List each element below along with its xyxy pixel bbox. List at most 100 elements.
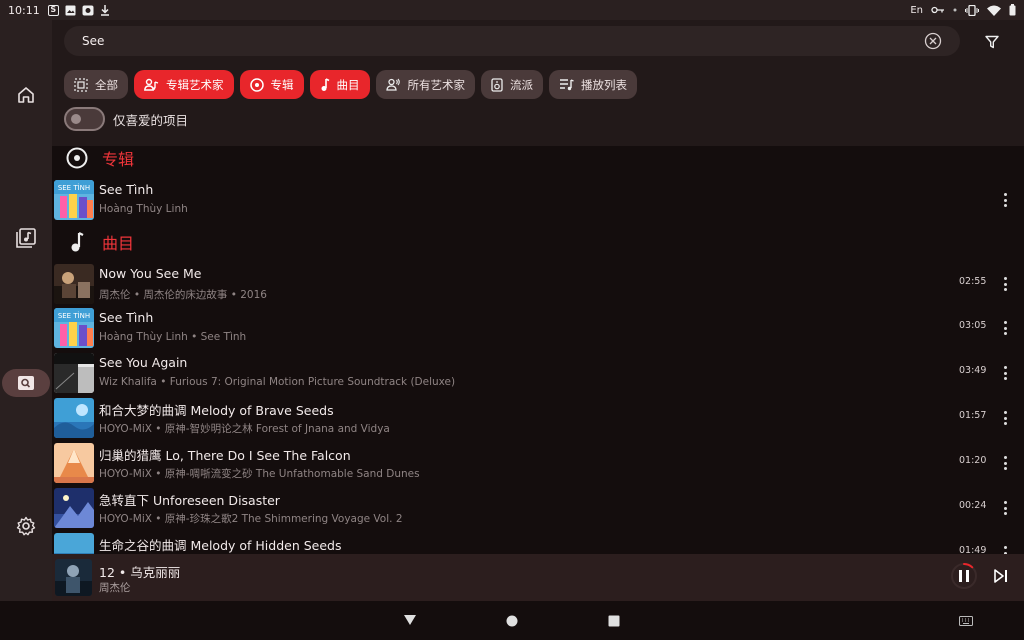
skip-next-icon[interactable] xyxy=(993,569,1009,583)
track-duration: 02:55 xyxy=(959,276,987,287)
now-playing-title: 12 • 乌克丽丽 xyxy=(99,565,181,580)
more-options-icon[interactable] xyxy=(998,453,1012,473)
chip-all-artists[interactable]: 所有艺术家 xyxy=(375,70,475,99)
chip-album[interactable]: 专辑 xyxy=(239,70,304,99)
vibrate-icon xyxy=(965,4,979,16)
now-playing-bar[interactable]: 12 • 乌克丽丽 周杰伦 xyxy=(52,554,1024,601)
track-title: 归巢的猎鹰 Lo, There Do I See The Falcon xyxy=(99,448,351,463)
favorites-only-toggle[interactable] xyxy=(64,107,105,131)
track-cover: SEE TÌNH xyxy=(54,308,94,348)
track-title: 生命之谷的曲调 Melody of Hidden Seeds xyxy=(99,538,342,553)
keyboard-icon[interactable] xyxy=(959,616,973,626)
album-icon xyxy=(249,77,264,92)
more-options-icon[interactable] xyxy=(998,498,1012,518)
track-row[interactable]: Now You See Me 周杰伦 • 周杰伦的床边故事 • 2016 02:… xyxy=(52,262,1024,306)
track-title: See Tình xyxy=(99,310,154,325)
genre-icon xyxy=(491,77,503,92)
chip-tracks[interactable]: 曲目 xyxy=(309,70,370,99)
album-artist: Hoàng Thùy Linh xyxy=(99,203,188,215)
pause-icon xyxy=(959,570,969,582)
system-navigation-bar xyxy=(0,601,1024,640)
all-icon xyxy=(74,77,88,92)
track-subtitle: HOYO-MiX • 原神-智妙明论之林 Forest of Jnana and… xyxy=(99,423,390,435)
status-bar: 10:11 S En xyxy=(0,0,1024,20)
library-icon xyxy=(16,228,36,248)
home-nav-icon[interactable] xyxy=(506,615,518,627)
chip-all[interactable]: 全部 xyxy=(64,70,128,99)
track-row[interactable]: See You Again Wiz Khalifa • Furious 7: O… xyxy=(52,351,1024,395)
more-options-icon[interactable] xyxy=(998,363,1012,383)
back-icon[interactable] xyxy=(403,614,417,626)
search-field[interactable]: See xyxy=(64,26,960,56)
clear-icon[interactable] xyxy=(924,32,942,50)
track-title: 急转直下 Unforeseen Disaster xyxy=(99,493,280,508)
nav-search[interactable] xyxy=(2,369,50,397)
track-cover xyxy=(54,488,94,528)
svg-text:SEE TÌNH: SEE TÌNH xyxy=(58,183,90,192)
track-subtitle: Hoàng Thùy Linh • See Tình xyxy=(99,331,247,343)
play-pause-button[interactable] xyxy=(949,561,979,591)
nav-home[interactable] xyxy=(2,81,50,109)
key-icon xyxy=(931,6,944,14)
track-cover xyxy=(54,264,94,304)
dot-icon xyxy=(953,8,957,12)
filter-button[interactable] xyxy=(980,32,1004,52)
nav-library[interactable] xyxy=(2,224,50,252)
track-row[interactable]: SEE TÌNH See Tình Hoàng Thùy Linh • See … xyxy=(52,306,1024,350)
more-options-icon[interactable] xyxy=(998,190,1012,210)
album-cover: SEE TÌNH xyxy=(54,180,94,220)
now-playing-cover xyxy=(55,559,92,596)
music-note-icon xyxy=(71,232,84,252)
favorites-only-label: 仅喜爱的项目 xyxy=(113,112,189,128)
now-playing-artist: 周杰伦 xyxy=(99,582,131,594)
track-subtitle: 周杰伦 • 周杰伦的床边故事 • 2016 xyxy=(99,289,267,301)
nav-settings[interactable] xyxy=(2,512,50,540)
more-options-icon[interactable] xyxy=(998,318,1012,338)
home-icon xyxy=(18,87,34,103)
s-icon: S xyxy=(47,4,59,16)
track-duration: 01:20 xyxy=(959,455,987,466)
track-row[interactable]: 生命之谷的曲调 Melody of Hidden Seeds 01:49 xyxy=(52,531,1024,554)
chip-label: 播放列表 xyxy=(581,77,627,92)
search-header: See 全部 专辑艺术家 专辑 曲目 所有艺术家 流派 播放列表 仅喜爱的项目 xyxy=(52,20,1024,146)
battery-icon xyxy=(1009,4,1016,16)
track-row[interactable]: 急转直下 Unforeseen Disaster HOYO-MiX • 原神-珍… xyxy=(52,486,1024,530)
chip-album-artist[interactable]: 专辑艺术家 xyxy=(134,70,234,99)
search-input[interactable]: See xyxy=(82,34,924,48)
chip-label: 专辑 xyxy=(270,77,294,92)
navigation-rail xyxy=(0,20,52,601)
track-row[interactable]: 归巢的猎鹰 Lo, There Do I See The Falcon HOYO… xyxy=(52,441,1024,485)
more-options-icon[interactable] xyxy=(998,274,1012,294)
chip-playlists[interactable]: 播放列表 xyxy=(549,70,637,99)
track-row[interactable]: 和合大梦的曲调 Melody of Brave Seeds HOYO-MiX •… xyxy=(52,396,1024,440)
more-options-icon[interactable] xyxy=(998,543,1012,554)
track-subtitle: Wiz Khalifa • Furious 7: Original Motion… xyxy=(99,376,456,388)
track-cover xyxy=(54,443,94,483)
track-duration: 03:49 xyxy=(959,365,987,376)
tracks-section-header: 曲目 xyxy=(52,226,134,258)
recents-icon[interactable] xyxy=(608,615,620,627)
download-icon xyxy=(100,4,109,16)
search-results-pane: See 全部 专辑艺术家 专辑 曲目 所有艺术家 流派 播放列表 仅喜爱的项目 … xyxy=(52,20,1024,554)
track-subtitle: HOYO-MiX • 原神-珍珠之歌2 The Shimmering Voyag… xyxy=(99,513,403,525)
track-title: Now You See Me xyxy=(99,266,202,281)
chip-genre[interactable]: 流派 xyxy=(481,70,543,99)
chip-label: 流派 xyxy=(510,77,533,92)
playlist-icon xyxy=(560,79,574,91)
wifi-icon xyxy=(987,5,1001,16)
track-duration: 00:24 xyxy=(959,500,987,511)
chip-label: 全部 xyxy=(95,77,118,92)
albums-section-header: 专辑 xyxy=(52,142,134,174)
tracks-section-title: 曲目 xyxy=(102,234,135,253)
more-options-icon[interactable] xyxy=(998,408,1012,428)
favorites-only-row: 仅喜爱的项目 xyxy=(64,107,188,131)
track-title: See You Again xyxy=(99,355,188,370)
track-title: 和合大梦的曲调 Melody of Brave Seeds xyxy=(99,403,334,418)
chip-label: 专辑艺术家 xyxy=(166,77,224,92)
lang-indicator: En xyxy=(910,4,923,16)
track-subtitle: HOYO-MiX • 原神-啁哳流变之砂 The Unfathomable Sa… xyxy=(99,468,420,480)
track-duration: 01:49 xyxy=(959,545,987,554)
track-duration: 01:57 xyxy=(959,410,987,421)
album-row[interactable]: SEE TÌNH See Tình Hoàng Thùy Linh xyxy=(52,178,1024,222)
chip-label: 曲目 xyxy=(336,77,360,92)
